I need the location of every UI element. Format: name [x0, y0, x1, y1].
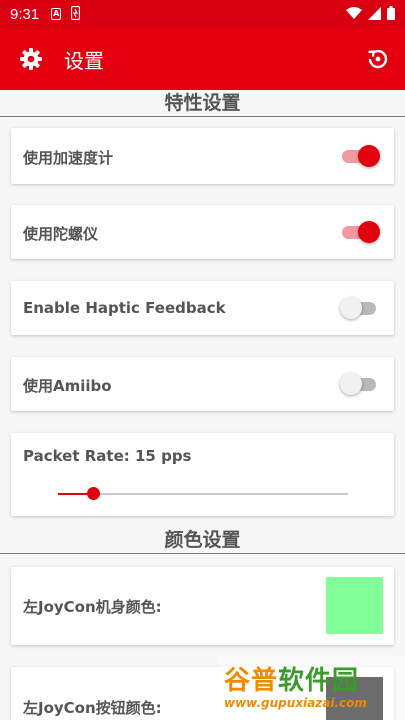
section-header-features: 特性设置: [0, 91, 405, 117]
color-label: 左JoyCon按钮颜色:: [23, 699, 162, 717]
haptic-toggle[interactable]: [340, 296, 378, 320]
gyroscope-toggle[interactable]: [342, 220, 380, 244]
setting-haptic-feedback[interactable]: Enable Haptic Feedback: [11, 281, 394, 335]
wifi-icon: [346, 5, 362, 24]
setting-label: 使用Amiibo: [23, 377, 112, 395]
packet-rate-slider-track[interactable]: [58, 493, 348, 495]
page-title: 设置: [64, 48, 104, 73]
settings-gear-icon[interactable]: [0, 47, 62, 71]
setting-label: Enable Haptic Feedback: [23, 299, 226, 317]
section-header-colors: 颜色设置: [0, 528, 405, 554]
accelerometer-toggle[interactable]: [342, 144, 380, 168]
watermark: 谷普软件园 www.gupuxiazai.com: [218, 656, 405, 720]
toggle-thumb: [340, 373, 362, 395]
toggle-thumb: [358, 221, 380, 243]
app-bar: 设置: [0, 28, 405, 90]
amiibo-toggle[interactable]: [340, 372, 378, 396]
toggle-thumb: [358, 145, 380, 167]
setting-packet-rate: Packet Rate: 15 pps: [11, 433, 394, 516]
setting-label: 使用陀螺仪: [23, 225, 99, 243]
status-bar: 9:31 A: [0, 0, 405, 28]
watermark-title: 谷普软件园: [224, 660, 359, 697]
watermark-title-right: 软件园: [278, 666, 360, 696]
color-label: 左JoyCon机身颜色:: [23, 598, 162, 616]
status-indicators: [346, 5, 395, 24]
color-left-body[interactable]: 左JoyCon机身颜色:: [11, 567, 394, 645]
toggle-thumb: [340, 297, 362, 319]
packet-rate-slider-thumb[interactable]: [86, 487, 100, 500]
signal-icon: [368, 5, 381, 24]
notification-app-icon: [71, 5, 81, 23]
setting-label: 使用加速度计: [23, 149, 114, 167]
battery-icon: [387, 5, 395, 24]
watermark-url: www.gupuxiazai.com: [224, 696, 367, 710]
setting-gyroscope[interactable]: 使用陀螺仪: [11, 205, 394, 259]
packet-rate-label: Packet Rate: 15 pps: [23, 447, 192, 465]
left-body-color-swatch[interactable]: [326, 577, 383, 634]
reset-history-icon[interactable]: [363, 44, 393, 74]
setting-amiibo[interactable]: 使用Amiibo: [11, 357, 394, 411]
setting-accelerometer[interactable]: 使用加速度计: [11, 128, 394, 184]
watermark-title-left: 谷普: [224, 666, 279, 696]
notification-a-icon: A: [51, 8, 62, 20]
status-time: 9:31: [10, 5, 40, 23]
